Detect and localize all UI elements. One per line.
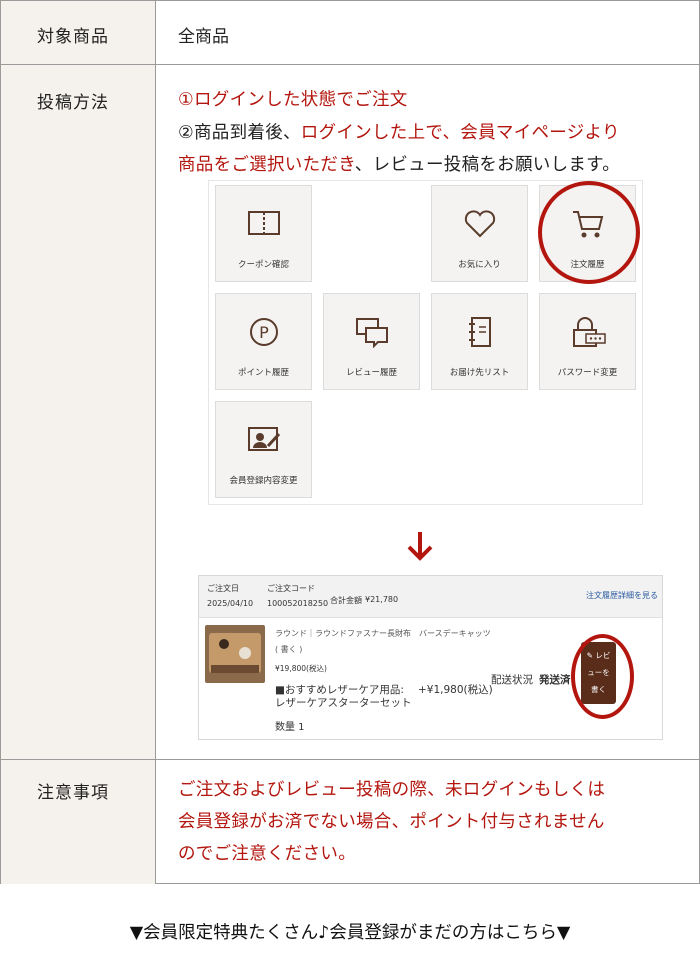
order-date: 2025/04/10	[207, 599, 254, 608]
method-step-2-emph2: 商品をご選択いただき	[178, 155, 355, 175]
order-total-label: 合計金額	[330, 596, 362, 605]
member-signup-link[interactable]: ▼会員限定特典たくさん♪会員登録がまだの方はこちら▼	[0, 919, 700, 944]
tile-favorite[interactable]: お気に入り	[431, 185, 528, 282]
notice-line-1: ご注文およびレビュー投稿の際、未ログインもしくは	[178, 780, 606, 800]
product-name[interactable]: ラウンド｜ラウンドファスナー長財布 バースデーキャッツ	[275, 628, 491, 639]
address-book-icon	[469, 317, 491, 347]
row-header: 対象商品	[1, 1, 156, 64]
chat-icon	[356, 318, 388, 348]
method-step-2-prefix: ②商品到着後、	[178, 123, 301, 143]
tile-points[interactable]: P ポイント履歴	[215, 293, 312, 390]
product-write-link[interactable]: ( 書く )	[275, 644, 302, 655]
profile-edit-icon	[248, 427, 281, 451]
tile-label: クーポン確認	[237, 260, 289, 270]
row-header: 投稿方法	[1, 65, 156, 759]
method-step-2-cont: 商品をご選択いただき、レビュー投稿をお願いします。	[178, 151, 620, 176]
tile-reviews[interactable]: レビュー履歴	[323, 293, 420, 390]
product-thumbnail	[205, 625, 265, 683]
tile-label: レビュー履歴	[345, 368, 397, 378]
order-code-label: ご注文コード	[267, 584, 315, 593]
addon-item-name: レザーケアスターターセット	[275, 697, 412, 709]
product-price: ¥19,800(税込)	[275, 664, 327, 673]
ship-status: 発送済	[539, 674, 571, 686]
row-target-product: 対象商品 全商品	[1, 1, 699, 65]
tile-label: お気に入り	[458, 260, 501, 270]
tile-address-list[interactable]: お届け先リスト	[431, 293, 528, 390]
ship-status-label: 配送状況	[491, 674, 533, 686]
method-step-2-suffix: 、レビュー投稿をお願いします。	[354, 155, 621, 175]
order-header: ご注文日 2025/04/10 ご注文コード 100052018250 合計金額…	[199, 576, 662, 618]
order-detail-link[interactable]: 注文履歴詳細を見る	[586, 590, 658, 601]
row-label: 注意事項	[37, 783, 109, 803]
row-label: 投稿方法	[37, 93, 109, 113]
order-date-label: ご注文日	[207, 584, 239, 593]
row-content: 全商品	[157, 1, 699, 64]
lock-icon	[573, 317, 606, 347]
svg-text:P: P	[259, 323, 269, 342]
notice-line-3: のでご注意ください。	[178, 844, 356, 864]
row-label: 対象商品	[37, 27, 109, 47]
row-content: ご注文およびレビュー投稿の際、未ログインもしくは 会員登録がお済でない場合、ポイ…	[157, 760, 699, 884]
tile-coupon[interactable]: クーポン確認	[215, 185, 312, 282]
tile-password[interactable]: パスワード変更	[539, 293, 636, 390]
method-step-2: ②商品到着後、ログインした上で、会員マイページより	[178, 119, 620, 144]
order-code: 100052018250	[267, 599, 329, 608]
addon-price: +¥1,980(税込)	[418, 684, 493, 696]
tile-profile-edit[interactable]: 会員登録内容変更	[215, 401, 312, 498]
tile-label: パスワード変更	[557, 368, 618, 378]
notice-line-2: 会員登録がお済でない場合、ポイント付与されません	[178, 812, 605, 832]
tile-label: 会員登録内容変更	[229, 476, 298, 486]
arrow-down-icon	[407, 532, 433, 561]
highlight-circle-review-button	[571, 634, 634, 719]
order-total: ¥21,780	[365, 595, 399, 604]
tile-label: ポイント履歴	[237, 368, 289, 378]
coupon-book-icon	[248, 211, 280, 235]
tile-label: お届け先リスト	[449, 368, 510, 378]
method-step-1: ①ログインした状態でご注文	[178, 90, 408, 110]
method-step-2-emph: ログインした上で、会員マイページより	[300, 123, 620, 143]
row-header: 注意事項	[1, 760, 156, 884]
point-icon: P	[250, 318, 278, 346]
highlight-circle-order-history	[538, 181, 640, 284]
heart-icon	[464, 210, 496, 238]
row-notice: 注意事項 ご注文およびレビュー投稿の際、未ログインもしくは 会員登録がお済でない…	[1, 760, 699, 884]
quantity: 数量 1	[275, 722, 305, 733]
target-value: 全商品	[178, 27, 229, 47]
